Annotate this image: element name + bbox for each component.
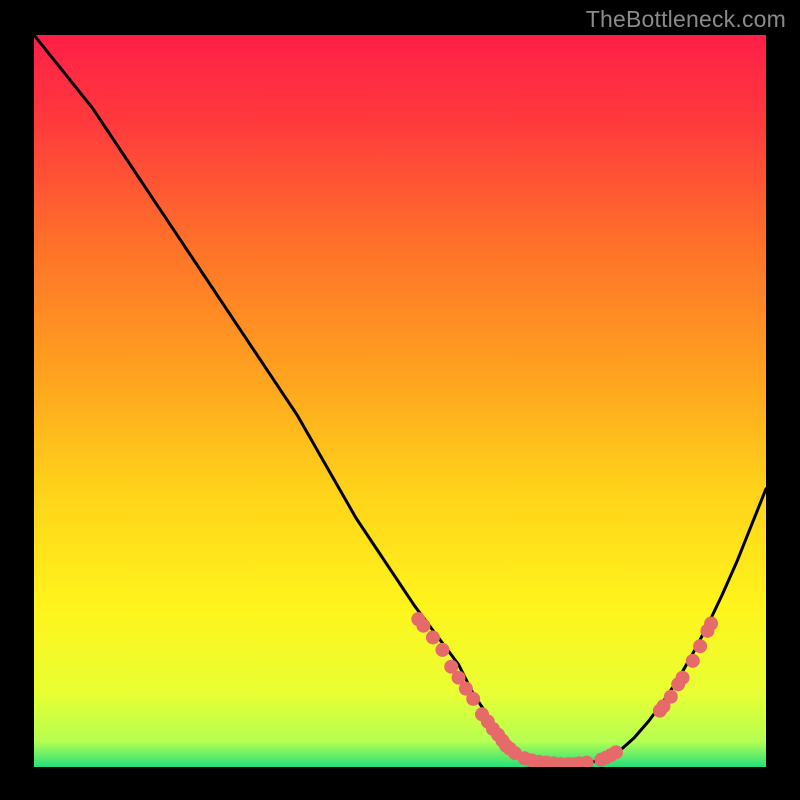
data-marker [676, 671, 690, 685]
data-marker [693, 639, 707, 653]
data-marker [426, 630, 440, 644]
watermark-text: TheBottleneck.com [586, 6, 786, 33]
data-marker [609, 745, 623, 759]
data-marker [686, 654, 700, 668]
data-marker [416, 619, 430, 633]
plot-area [34, 35, 766, 767]
gradient-background [34, 35, 766, 767]
plot-svg [34, 35, 766, 767]
data-marker [664, 690, 678, 704]
chart-stage: TheBottleneck.com [0, 0, 800, 800]
data-marker [704, 617, 718, 631]
data-marker [435, 643, 449, 657]
data-marker [466, 692, 480, 706]
